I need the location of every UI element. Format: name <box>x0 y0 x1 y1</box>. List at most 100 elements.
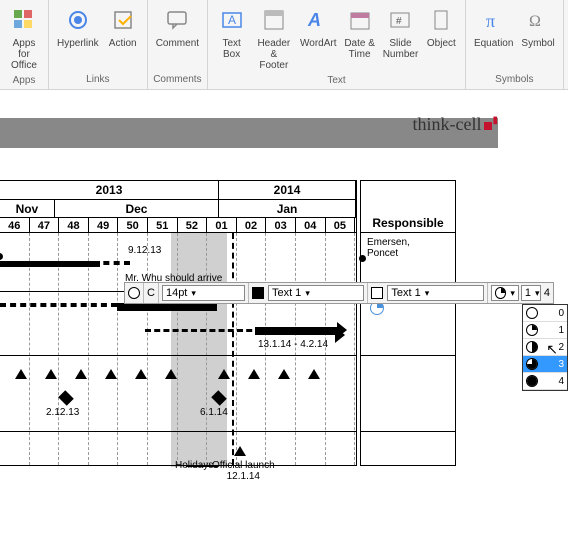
milestone-triangle[interactable] <box>234 446 246 456</box>
milestone-triangle[interactable] <box>165 369 177 379</box>
completion-option[interactable]: 3 <box>523 356 567 373</box>
week-cell[interactable]: 05 <box>326 218 356 232</box>
date-icon <box>344 4 376 36</box>
week-cell[interactable]: 02 <box>237 218 267 232</box>
task-bar[interactable] <box>117 303 217 311</box>
fill-color-select[interactable]: Text 1 <box>268 285 364 301</box>
comment-icon <box>161 4 193 36</box>
milestone-triangle[interactable] <box>105 369 117 379</box>
week-cell[interactable]: 50 <box>118 218 148 232</box>
milestone-triangle[interactable] <box>75 369 87 379</box>
ribbon-group-label: Symbols <box>470 72 559 89</box>
clock-icon <box>526 307 538 319</box>
ribbon-btn-symbol[interactable]: ΩSymbol <box>517 2 558 72</box>
responsible-column: Responsible Emersen, Poncet <box>360 180 456 466</box>
week-cell[interactable]: 46 <box>0 218 30 232</box>
month-cell[interactable]: Jan <box>219 200 356 217</box>
ribbon-btn-action[interactable]: Action <box>103 2 143 72</box>
letter-label: C <box>147 287 155 299</box>
ribbon-group-apps: Apps forOfficeApps <box>0 0 49 89</box>
ribbon-group-label: Links <box>53 72 143 89</box>
line-color-swatch[interactable] <box>371 287 383 299</box>
year-cell[interactable]: 2014 <box>219 181 356 199</box>
cursor-icon: ↖ <box>546 341 558 358</box>
clock-icon <box>526 358 538 370</box>
ribbon-btn-link[interactable]: Hyperlink <box>53 2 103 72</box>
ribbon-group-label: Text <box>212 73 461 90</box>
line-color-select[interactable]: Text 1 <box>387 285 483 301</box>
completion-option[interactable]: 2 <box>523 339 567 356</box>
milestone-triangle[interactable] <box>45 369 57 379</box>
ribbon-group-label: Comments <box>152 72 203 89</box>
clock-indicator[interactable] <box>125 283 144 303</box>
ribbon-group-comments: CommentComments <box>148 0 208 89</box>
week-cell[interactable]: 47 <box>30 218 60 232</box>
clock-icon <box>526 341 538 353</box>
row-divider <box>361 355 455 356</box>
month-cell[interactable]: Nov <box>0 200 55 217</box>
ribbon-btn-textbox[interactable]: ATextBox <box>212 2 251 73</box>
ribbon-group-links: HyperlinkActionLinks <box>49 0 148 89</box>
completion-option[interactable]: 1 <box>523 322 567 339</box>
symbol-icon: Ω <box>522 4 554 36</box>
week-cell[interactable]: 01 <box>207 218 237 232</box>
milestone-triangle[interactable] <box>248 369 260 379</box>
date-label: 9.12.13 <box>128 245 161 256</box>
brand-logo: think-cell▮ <box>413 114 499 135</box>
milestone-triangle[interactable] <box>308 369 320 379</box>
ribbon-btn-date[interactable]: Date &Time <box>340 2 379 73</box>
year-cell[interactable]: 2013 <box>0 181 219 199</box>
apps-icon <box>8 4 40 36</box>
week-cell[interactable]: 03 <box>266 218 296 232</box>
wordart-icon: A <box>302 4 334 36</box>
svg-text:#: # <box>396 16 402 27</box>
month-cell[interactable]: Dec <box>55 200 219 217</box>
svg-text:A: A <box>307 10 321 30</box>
launch-label: Official launch 12.1.14 <box>212 460 275 482</box>
milestone-triangle[interactable] <box>218 369 230 379</box>
slidenum-icon: # <box>384 4 416 36</box>
milestone-label: 2.12.13 <box>46 407 79 418</box>
date-range-label: 13.1.14 - 4.2.14 <box>258 339 328 350</box>
row-divider <box>361 431 455 432</box>
font-size-select[interactable]: 14pt <box>162 285 245 301</box>
textbox-icon: A <box>216 4 248 36</box>
task-bar-arrow[interactable] <box>255 327 337 335</box>
milestone-triangle[interactable] <box>278 369 290 379</box>
milestone-triangle[interactable] <box>15 369 27 379</box>
slide-canvas: think-cell▮ 20132014 NovDecJan 464748495… <box>0 90 568 559</box>
task-bar-dashed[interactable] <box>0 303 117 307</box>
ribbon-btn-comment[interactable]: Comment <box>152 2 203 72</box>
fill-color-swatch[interactable] <box>252 287 264 299</box>
ribbon-group-media: VideoAuMedia <box>564 0 568 89</box>
completion-select[interactable] <box>491 285 519 301</box>
completion-option[interactable]: 4 <box>523 373 567 390</box>
clock-icon <box>526 375 538 387</box>
responsible-value[interactable]: Emersen, Poncet <box>367 237 410 259</box>
task-bar[interactable] <box>0 261 100 267</box>
ribbon-group-label: Apps <box>4 73 44 90</box>
ribbon-btn-equation[interactable]: πEquation <box>470 2 517 72</box>
ribbon-btn-apps[interactable]: Apps forOffice <box>4 2 44 73</box>
week-cell[interactable]: 52 <box>178 218 208 232</box>
week-cell[interactable]: 49 <box>89 218 119 232</box>
ribbon-btn-slidenum[interactable]: #SlideNumber <box>379 2 422 73</box>
completion-dropdown[interactable]: 01234 <box>522 304 568 391</box>
svg-text:π: π <box>486 11 495 31</box>
week-cell[interactable]: 04 <box>296 218 326 232</box>
completion-option[interactable]: 0 <box>523 305 567 322</box>
ribbon-btn-object[interactable]: Object <box>422 2 461 73</box>
holidays-label: Holidays <box>175 460 213 471</box>
equation-icon: π <box>478 4 510 36</box>
gantt-body[interactable]: 9.12.13 Mr. Whu should arrive 13.1.14 - … <box>0 233 356 465</box>
week-cell[interactable]: 48 <box>59 218 89 232</box>
week-cell[interactable]: 51 <box>148 218 178 232</box>
ribbon-group-text: ATextBoxHeader& FooterAWordArtDate &Time… <box>208 0 466 89</box>
ribbon-btn-wordart[interactable]: AWordArt <box>297 2 341 73</box>
gantt-timeline[interactable]: 20132014 NovDecJan 464748495051520102030… <box>0 180 357 466</box>
floating-format-toolbar[interactable]: C 14pt Text 1 Text 1 1 4 <box>124 282 554 304</box>
value-select[interactable]: 1 <box>521 285 541 301</box>
milestone-triangle[interactable] <box>135 369 147 379</box>
object-icon <box>425 4 457 36</box>
ribbon-btn-header[interactable]: Header& Footer <box>251 2 296 73</box>
